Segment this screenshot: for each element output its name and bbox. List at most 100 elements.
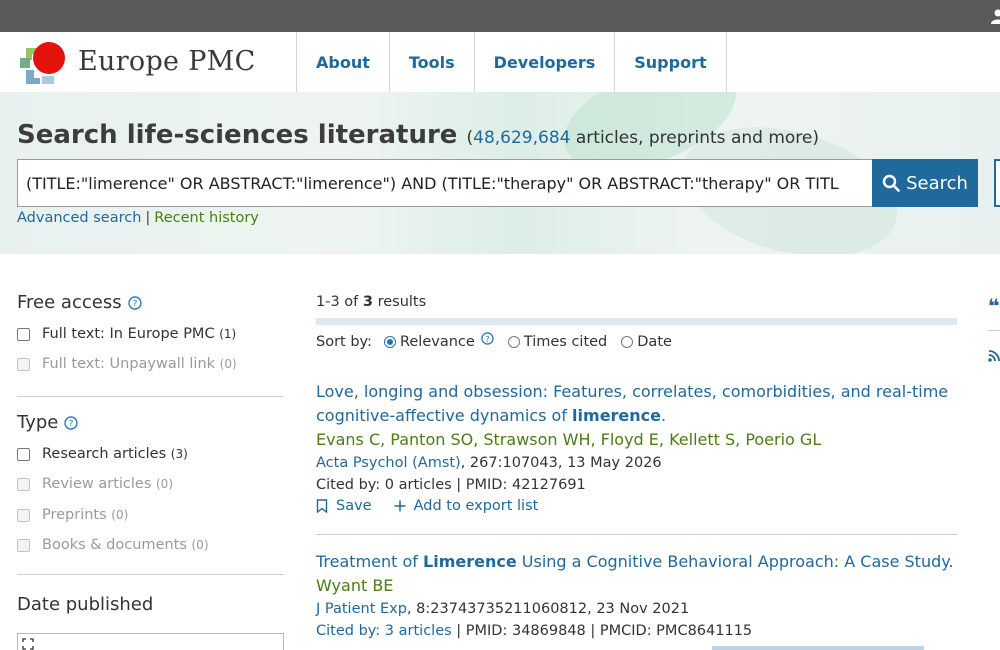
- svg-text:?: ?: [132, 299, 137, 309]
- facet-title-text: Date published: [17, 594, 154, 615]
- article-count-number: 48,629,684: [473, 128, 571, 148]
- result-title-text: .: [661, 406, 667, 425]
- filter-label: Full text: Unpaywall link: [42, 356, 216, 372]
- link-separator: |: [145, 210, 151, 226]
- checkbox: [17, 508, 30, 522]
- search-input[interactable]: [17, 159, 873, 207]
- divider: [988, 330, 1000, 331]
- filter-label: Full text: In Europe PMC: [42, 326, 215, 342]
- divider: [316, 534, 957, 535]
- result-title[interactable]: Treatment of Limerence Using a Cognitive…: [316, 550, 957, 574]
- search-icon: [882, 174, 900, 192]
- filter-research-articles[interactable]: Research articles (3): [17, 446, 188, 462]
- radio[interactable]: [621, 336, 634, 348]
- result-title-highlight: limerence: [572, 406, 662, 425]
- search-links: Advanced search | Recent history: [17, 210, 259, 226]
- save-label: Save: [336, 498, 372, 514]
- checkbox: [17, 477, 30, 491]
- filter-label: Books & documents: [42, 537, 187, 553]
- facet-title-text: Free access: [17, 292, 122, 313]
- result-title[interactable]: Love, longing and obsession: Features, c…: [316, 380, 957, 428]
- facet-date-title: Date published: [17, 594, 153, 615]
- main-nav: About Tools Developers Support: [296, 32, 727, 92]
- filter-preprints: Preprints (0): [17, 507, 128, 523]
- result-authors[interactable]: Wyant BE: [316, 574, 957, 598]
- filter-full-text-europe-pmc[interactable]: Full text: In Europe PMC (1): [17, 326, 236, 342]
- sort-label: Sort by:: [316, 334, 372, 350]
- radio[interactable]: [507, 336, 520, 348]
- nav-about[interactable]: About: [296, 32, 389, 92]
- bookmark-icon: [316, 499, 328, 513]
- article-count: (48,629,684 articles, preprints and more…: [467, 128, 820, 148]
- checkbox[interactable]: [17, 327, 30, 341]
- divider: [17, 574, 284, 575]
- journal-details: , 267:107043, 13 May 2026: [460, 455, 662, 471]
- result-meta: Cited by: 3 articles | PMID: 34869848 | …: [316, 620, 957, 642]
- journal-details: , 8:23743735211060812, 23 Nov 2021: [406, 601, 690, 617]
- preview-bar: [712, 646, 924, 650]
- search-button[interactable]: Search: [872, 159, 978, 207]
- brand-name[interactable]: Europe PMC: [78, 46, 256, 77]
- plus-icon: [394, 500, 406, 512]
- result-ids: | PMID: 42127691: [451, 477, 586, 493]
- sort-relevance[interactable]: Relevance ?: [383, 331, 494, 350]
- journal-link[interactable]: Acta Psychol (Amst): [316, 455, 461, 471]
- filter-count: (1): [219, 327, 237, 341]
- result-title-text: Using a Cognitive Behavioral Approach: A…: [516, 552, 954, 571]
- expand-icon[interactable]: [22, 638, 34, 650]
- quote-icon[interactable]: ❝: [988, 294, 1000, 318]
- search-hero: Search life-sciences literature (48,629,…: [0, 92, 1000, 254]
- page-title-text: Search life-sciences literature: [17, 120, 458, 150]
- filter-label: Review articles: [42, 476, 152, 492]
- divider: [17, 396, 284, 397]
- nav-tools[interactable]: Tools: [388, 32, 474, 92]
- user-icon[interactable]: [990, 8, 1000, 24]
- help-icon[interactable]: ?: [127, 295, 142, 310]
- filter-label: Preprints: [42, 507, 107, 523]
- journal-link[interactable]: J Patient Exp: [316, 601, 407, 617]
- sort-times-cited[interactable]: Times cited: [507, 334, 607, 350]
- facet-type-title: Type ?: [17, 412, 79, 433]
- europe-pmc-logo[interactable]: [16, 36, 72, 92]
- count-suffix: articles, preprints and more): [570, 128, 820, 148]
- top-bar: [0, 0, 1000, 32]
- sort-controls: Sort by: Relevance ? Times cited Date: [316, 331, 680, 350]
- help-icon[interactable]: ?: [481, 331, 494, 345]
- results-suffix: results: [372, 294, 427, 310]
- radio[interactable]: [383, 336, 396, 348]
- advanced-search-link[interactable]: Advanced search: [17, 210, 141, 226]
- sort-date[interactable]: Date: [621, 334, 672, 350]
- rss-icon[interactable]: [988, 348, 1000, 362]
- result-journal: Acta Psychol (Amst), 267:107043, 13 May …: [316, 452, 957, 474]
- facet-free-access-title: Free access ?: [17, 292, 142, 313]
- date-chart-box: [17, 633, 284, 650]
- filter-count: (0): [111, 508, 129, 522]
- recent-history-link[interactable]: Recent history: [154, 210, 259, 226]
- nav-support[interactable]: Support: [614, 32, 727, 92]
- results-bar: [316, 318, 957, 325]
- help-icon[interactable]: ?: [64, 415, 79, 430]
- filter-books-documents: Books & documents (0): [17, 537, 209, 553]
- filter-count: (0): [191, 538, 209, 552]
- result-journal: J Patient Exp, 8:23743735211060812, 23 N…: [316, 598, 957, 620]
- save-button[interactable]: Save: [316, 498, 372, 514]
- filter-review-articles: Review articles (0): [17, 476, 173, 492]
- filter-count: (3): [170, 447, 188, 461]
- svg-text:?: ?: [485, 333, 489, 343]
- results-total: 3: [362, 294, 373, 310]
- site-header: Europe PMC About Tools Developers Suppor…: [0, 32, 1000, 92]
- result-authors[interactable]: Evans C, Panton SO, Strawson WH, Floyd E…: [316, 428, 957, 452]
- checkbox[interactable]: [17, 447, 30, 461]
- cited-by-link[interactable]: Cited by: 3 articles: [316, 623, 452, 639]
- nav-developers[interactable]: Developers: [473, 32, 615, 92]
- result-actions: Save Add to export list: [316, 498, 957, 514]
- sort-option-label: Relevance: [399, 334, 475, 350]
- add-to-export-button[interactable]: Add to export list: [394, 498, 538, 514]
- result-title-highlight: Limerence: [423, 552, 517, 571]
- side-panel-toggle[interactable]: [994, 159, 1000, 207]
- result-item: Treatment of Limerence Using a Cognitive…: [316, 550, 957, 642]
- svg-text:?: ?: [69, 419, 74, 429]
- result-meta: Cited by: 0 articles | PMID: 42127691: [316, 474, 957, 496]
- sort-option-label: Date: [637, 334, 672, 350]
- filter-full-text-unpaywall: Full text: Unpaywall link (0): [17, 356, 237, 372]
